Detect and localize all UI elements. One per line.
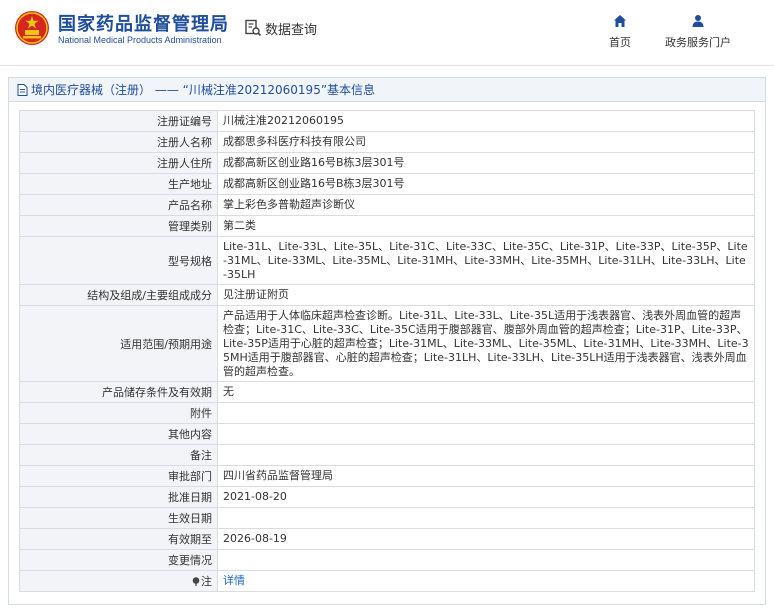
row-label: 产品储存条件及有效期 [19,381,218,403]
nav-service-portal-label: 政务服务门户 [665,36,731,49]
document-icon [17,83,28,96]
nav-home[interactable]: 首页 [602,14,638,50]
row-label: 其他内容 [19,423,218,445]
home-icon [614,15,626,27]
table-row: 注 详情 [19,570,755,592]
row-label: 管理类别 [19,215,218,237]
row-value: 川械注准20212060195 [217,110,755,132]
table-row: 批准日期 2021-08-20 [19,486,755,508]
data-query-label: 数据查询 [265,22,318,38]
row-value: 产品适用于人体临床超声检查诊断。Lite-31L、Lite-33L、Lite-3… [217,305,755,382]
row-value: 2021-08-20 [217,486,755,508]
row-value [217,423,755,445]
row-label: 产品名称 [19,194,218,216]
row-value: 掌上彩色多普勒超声诊断仪 [217,194,755,216]
row-value: 四川省药品监督管理局 [217,465,755,487]
row-label: 生效日期 [19,507,218,529]
row-value: 无 [217,381,755,403]
nav-home-label: 首页 [609,36,631,49]
row-value [217,549,755,571]
table-row: 注册人住所 成都高新区创业路16号B栋3层301号 [19,152,755,174]
brand-chinese-name[interactable]: 国家药品监督管理局 [58,10,229,36]
row-label: 适用范围/预期用途 [19,305,218,382]
row-value: 第二类 [217,215,755,237]
table-row: 备注 [19,444,755,466]
table-row: 产品名称 掌上彩色多普勒超声诊断仪 [19,194,755,216]
table-row: 型号规格 Lite-31L、Lite-33L、Lite-35L、Lite-31C… [19,236,755,285]
table-row: 生效日期 [19,507,755,529]
table-row: 其他内容 [19,423,755,445]
table-row: 生产地址 成都高新区创业路16号B栋3层301号 [19,173,755,195]
row-value: 成都思多科医疗科技有限公司 [217,131,755,153]
note-label-cell: 注 [19,570,218,592]
table-row: 适用范围/预期用途 产品适用于人体临床超声检查诊断。Lite-31L、Lite-… [19,305,755,382]
row-value: 见注册证附页 [217,284,755,306]
row-value: 详情 [217,570,755,592]
table-row: 产品储存条件及有效期 无 [19,381,755,403]
table-row: 结构及组成/主要组成成分 见注册证附页 [19,284,755,306]
user-icon [692,15,704,27]
row-label: 结构及组成/主要组成成分 [19,284,218,306]
row-value [217,402,755,424]
row-value: 成都高新区创业路16号B栋3层301号 [217,152,755,174]
panel-title: 境内医疗器械（注册） —— “川械注准20212060195”基本信息 [31,83,376,97]
pin-icon [192,577,200,586]
table-row: 注册证编号 川械注准20212060195 [19,110,755,132]
row-value [217,444,755,466]
table-row: 附件 [19,402,755,424]
row-label: 注册人名称 [19,131,218,153]
document-search-icon [245,19,262,37]
row-label: 审批部门 [19,465,218,487]
row-label: 生产地址 [19,173,218,195]
row-label: 批准日期 [19,486,218,508]
table-row: 变更情况 [19,549,755,571]
table-row: 管理类别 第二类 [19,215,755,237]
row-value: 成都高新区创业路16号B栋3层301号 [217,173,755,195]
info-panel: 境内医疗器械（注册） —— “川械注准20212060195”基本信息 注册证编… [8,77,766,605]
brand-english-name[interactable]: National Medical Products Administration [58,35,222,45]
table-row: 有效期至 2026-08-19 [19,528,755,550]
nav-service-portal[interactable]: 政务服务门户 [656,14,740,50]
note-label: 注 [201,575,212,588]
device-info-table: 注册证编号 川械注准20212060195 注册人名称 成都思多科医疗科技有限公… [19,110,755,592]
national-emblem-logo[interactable] [14,10,50,46]
site-header: 国家药品监督管理局 National Medical Products Admi… [0,0,774,66]
row-label: 备注 [19,444,218,466]
row-value: 2026-08-19 [217,528,755,550]
row-label: 附件 [19,402,218,424]
row-label: 注册人住所 [19,152,218,174]
details-link[interactable]: 详情 [223,574,245,587]
row-label: 注册证编号 [19,110,218,132]
table-row: 注册人名称 成都思多科医疗科技有限公司 [19,131,755,153]
data-query-link[interactable]: 数据查询 [244,18,317,38]
panel-title-bar: 境内医疗器械（注册） —— “川械注准20212060195”基本信息 [9,78,765,102]
row-label: 型号规格 [19,236,218,285]
row-value [217,507,755,529]
table-row: 审批部门 四川省药品监督管理局 [19,465,755,487]
row-label: 有效期至 [19,528,218,550]
row-label: 变更情况 [19,549,218,571]
row-value: Lite-31L、Lite-33L、Lite-35L、Lite-31C、Lite… [217,236,755,285]
